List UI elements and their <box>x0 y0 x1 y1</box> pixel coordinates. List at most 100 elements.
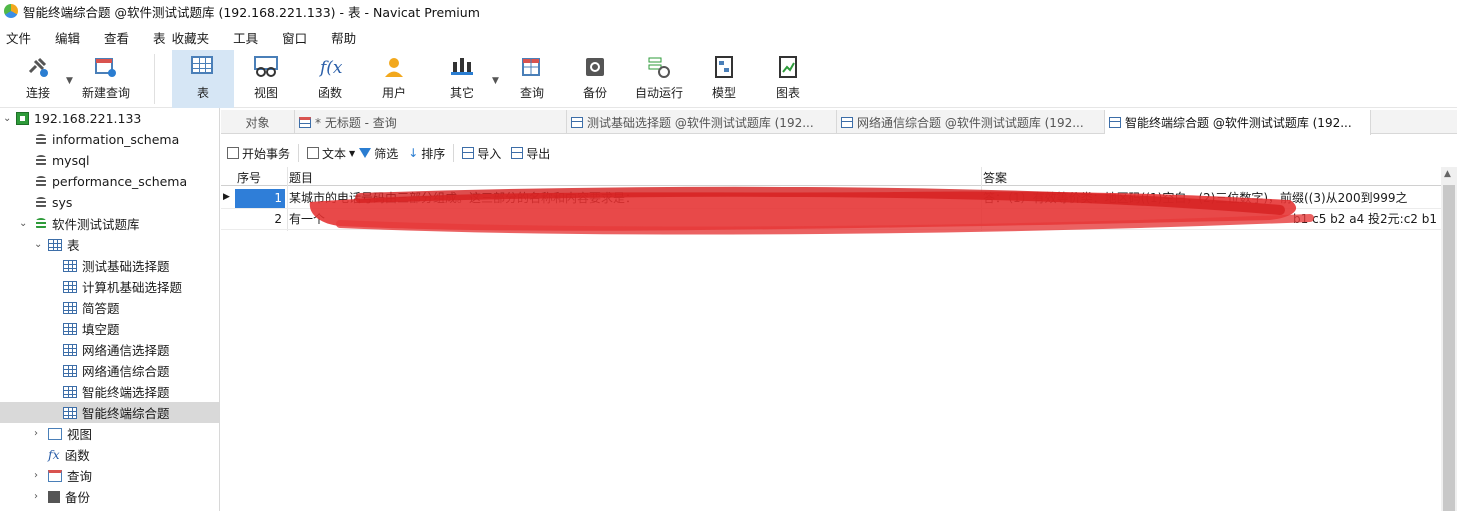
filter-icon <box>359 148 372 158</box>
menu-tools[interactable]: 工具 <box>233 28 258 47</box>
tools-icon <box>450 56 474 78</box>
transaction-icon <box>227 147 239 159</box>
connect-dropdown-icon[interactable]: ▼ <box>66 76 73 86</box>
chart-button[interactable]: 图表 <box>764 50 812 108</box>
tree-functions-folder[interactable]: fx 函数 <box>0 444 219 465</box>
connect-button[interactable]: 连接 <box>16 50 60 108</box>
database-icon <box>36 154 46 167</box>
tree-tables-folder[interactable]: ⌄ 表 <box>0 234 219 255</box>
chevron-right-icon[interactable]: › <box>34 428 38 439</box>
table-icon <box>63 280 77 293</box>
auto-run-button[interactable]: 自动运行 <box>628 50 690 108</box>
scroll-up-icon[interactable]: ▲ <box>1444 169 1451 179</box>
tab-test-basics[interactable]: 测试基础选择题 @软件测试试题库 (192... <box>567 110 837 134</box>
text-icon <box>307 147 320 159</box>
title-bar: 智能终端综合题 @软件测试试题库 (192.168.221.133) - 表 -… <box>0 0 1457 22</box>
vertical-scrollbar[interactable]: ▲ <box>1441 167 1457 511</box>
window-title: 智能终端综合题 @软件测试试题库 (192.168.221.133) - 表 -… <box>23 4 480 20</box>
tree-table-item[interactable]: 网络通信综合题 <box>0 360 219 381</box>
menu-help[interactable]: 帮助 <box>331 28 356 47</box>
table-icon <box>48 238 62 251</box>
filter-button[interactable]: 筛选 <box>359 145 398 162</box>
menu-bar: 文件 编辑 查看 表 收藏夹 工具 窗口 帮助 <box>0 24 1457 50</box>
cell-answer[interactable]: b1 c5 b2 a4 投2元:c2 b1 <box>983 210 1441 229</box>
tree-table-item[interactable]: 网络通信选择题 <box>0 339 219 360</box>
query-button[interactable]: 查询 <box>506 50 558 108</box>
chevron-down-icon[interactable]: ⌄ <box>3 113 11 124</box>
grid-header: 序号 题目 答案 <box>221 167 1441 186</box>
database-icon <box>36 175 46 188</box>
tree-db-performance-schema[interactable]: performance_schema <box>0 171 219 192</box>
menu-edit[interactable]: 编辑 <box>55 28 80 47</box>
table-row[interactable]: 2 有一个 b1 c5 b2 a4 投2元:c2 b1 <box>221 210 1441 230</box>
other-dropdown-icon[interactable]: ▼ <box>492 76 499 86</box>
server-icon <box>16 112 29 125</box>
tree-views-folder[interactable]: › 视图 <box>0 423 219 444</box>
database-icon <box>36 133 46 146</box>
cell-answer[interactable]: 答：（1）有效等价类：地区码((1)空白，(2)三位数字)，前缀((3)从200… <box>983 189 1441 208</box>
tab-smart-terminal[interactable]: 智能终端综合题 @软件测试试题库 (192... <box>1105 110 1371 135</box>
function-button[interactable]: f(x) 函数 <box>304 50 356 108</box>
tree-db-sys[interactable]: sys <box>0 192 219 213</box>
tree-table-item[interactable]: 计算机基础选择题 <box>0 276 219 297</box>
tree-table-item[interactable]: 填空题 <box>0 318 219 339</box>
sort-button[interactable]: ↓ 排序 <box>408 145 445 162</box>
tab-objects[interactable]: 对象 <box>221 110 295 134</box>
model-button[interactable]: 模型 <box>700 50 748 108</box>
header-answer[interactable]: 答案 <box>983 169 1007 186</box>
tab-network[interactable]: 网络通信综合题 @软件测试试题库 (192... <box>837 110 1105 134</box>
export-button[interactable]: 导出 <box>511 145 550 162</box>
import-button[interactable]: 导入 <box>462 145 501 162</box>
export-icon <box>511 147 524 159</box>
tree-backups-folder[interactable]: › 备份 <box>0 486 219 507</box>
chevron-right-icon[interactable]: › <box>34 470 38 481</box>
tree-table-item[interactable]: 测试基础选择题 <box>0 255 219 276</box>
menu-view[interactable]: 查看 <box>104 28 129 47</box>
navigation-pane: ⌄ 192.168.221.133 information_schema mys… <box>0 108 220 511</box>
tab-bar: 对象 * 无标题 - 查询 测试基础选择题 @软件测试试题库 (192... 网… <box>221 110 1457 135</box>
table-icon <box>63 343 77 356</box>
new-query-icon <box>94 56 118 78</box>
backup-button[interactable]: 备份 <box>570 50 620 108</box>
chevron-down-icon[interactable]: ⌄ <box>34 239 42 250</box>
scrollbar-thumb[interactable] <box>1443 185 1455 511</box>
tree-db-active[interactable]: ⌄ 软件测试试题库 <box>0 213 219 234</box>
tree-db-mysql[interactable]: mysql <box>0 150 219 171</box>
chevron-down-icon: ▼ <box>349 148 356 158</box>
text-button[interactable]: 文本 ▼ <box>307 145 355 162</box>
chart-icon <box>776 56 800 78</box>
other-button[interactable]: 其它 <box>436 50 488 108</box>
function-icon: fx <box>48 447 60 462</box>
menu-table[interactable]: 表 <box>153 28 166 47</box>
user-button[interactable]: 用户 <box>368 50 420 108</box>
tree-queries-folder[interactable]: › 查询 <box>0 465 219 486</box>
table-row[interactable]: ▶ 1 某城市的电话号码由三部分组成。这三部分的名称和内容要求是： 答：（1）有… <box>221 189 1441 209</box>
tree-table-item-selected[interactable]: 智能终端综合题 <box>0 402 219 423</box>
table-icon <box>63 259 77 272</box>
view-button[interactable]: 视图 <box>240 50 292 108</box>
menu-window[interactable]: 窗口 <box>282 28 307 47</box>
database-icon <box>36 217 46 230</box>
tree-table-item[interactable]: 智能终端选择题 <box>0 381 219 402</box>
cell-question[interactable]: 有一个 <box>289 210 983 229</box>
begin-transaction-button[interactable]: 开始事务 <box>227 145 290 162</box>
tab-untitled-query[interactable]: * 无标题 - 查询 <box>295 110 567 134</box>
header-question[interactable]: 题目 <box>289 169 313 186</box>
chevron-down-icon[interactable]: ⌄ <box>19 218 27 229</box>
menu-file[interactable]: 文件 <box>6 28 31 47</box>
table-icon <box>63 385 77 398</box>
cell-question[interactable]: 某城市的电话号码由三部分组成。这三部分的名称和内容要求是： <box>289 189 983 208</box>
header-id[interactable]: 序号 <box>237 169 261 186</box>
view-icon <box>254 56 278 78</box>
data-grid: 序号 题目 答案 ▶ 1 某城市的电话号码由三部分组成。这三部分的名称和内容要求… <box>221 167 1457 511</box>
new-query-button[interactable]: 新建查询 <box>76 50 136 108</box>
table-button[interactable]: 表 <box>172 50 234 108</box>
tree-table-item[interactable]: 简答题 <box>0 297 219 318</box>
tree-server[interactable]: ⌄ 192.168.221.133 <box>0 108 219 129</box>
cell-id[interactable]: 1 <box>235 189 285 208</box>
cell-id[interactable]: 2 <box>235 210 285 229</box>
chevron-right-icon[interactable]: › <box>34 491 38 502</box>
menu-favorites[interactable]: 收藏夹 <box>172 28 210 47</box>
tree-db-information-schema[interactable]: information_schema <box>0 129 219 150</box>
table-icon <box>63 364 77 377</box>
